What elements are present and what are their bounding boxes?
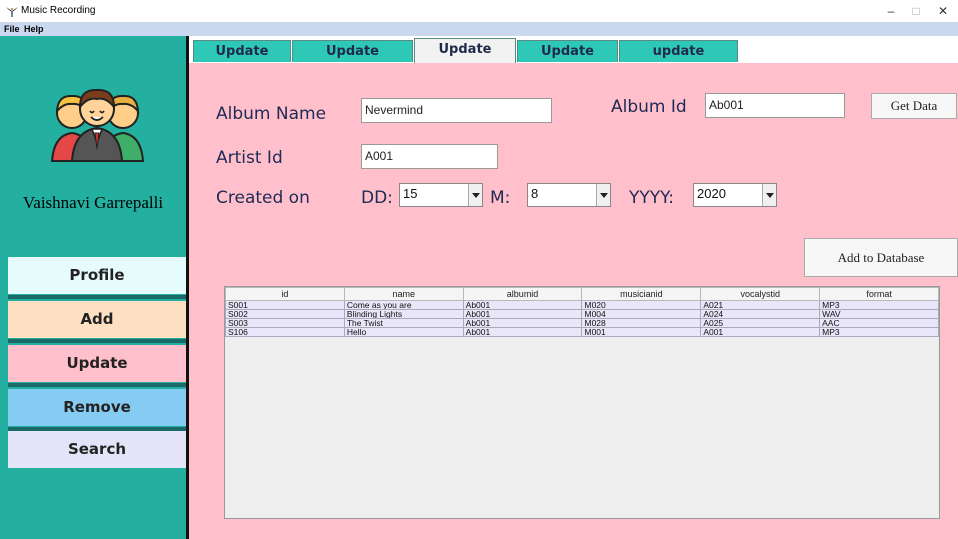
table-cell[interactable]: Ab001 xyxy=(462,300,583,310)
user-name: Vaishnavi Garrepalli xyxy=(22,193,164,212)
table-cell[interactable]: S106 xyxy=(225,327,345,337)
sidebar-item-search[interactable]: Search xyxy=(8,431,186,468)
table-cell[interactable]: Hello xyxy=(343,327,464,337)
window-title: Music Recording xyxy=(21,5,96,16)
day-value: 15 xyxy=(403,186,418,201)
table-cell[interactable]: S001 xyxy=(225,300,345,310)
table-cell[interactable]: WAV xyxy=(819,309,939,319)
maximize-button[interactable]: □ xyxy=(905,2,927,20)
album-id-input[interactable]: Ab001 xyxy=(705,93,845,118)
artist-id-label: Artist Id xyxy=(216,148,283,168)
month-value: 8 xyxy=(531,186,539,201)
table-cell[interactable]: A021 xyxy=(700,300,821,310)
table-row[interactable]: S003 The Twist Ab001 M028 A025 AAC xyxy=(225,318,939,328)
table-cell[interactable]: Ab001 xyxy=(462,327,583,337)
table-cell[interactable]: S003 xyxy=(225,318,345,328)
songs-table[interactable]: id name albumid musicianid vocalystid fo… xyxy=(224,286,940,519)
tab-update-musician[interactable]: Update Musicaian xyxy=(292,40,413,81)
artist-id-input[interactable]: A001 xyxy=(361,144,498,169)
column-header[interactable]: vocalystid xyxy=(700,287,821,301)
table-cell[interactable]: Come as you are xyxy=(343,300,464,310)
table-cell[interactable]: MP3 xyxy=(819,327,939,337)
column-header[interactable]: musicianid xyxy=(581,287,702,301)
table-cell[interactable]: A024 xyxy=(700,309,821,319)
month-label: M: xyxy=(490,188,511,208)
table-cell[interactable]: MP3 xyxy=(819,300,939,310)
add-to-database-button[interactable]: Add to Database xyxy=(804,238,958,277)
chevron-down-icon xyxy=(762,184,776,206)
album-name-label: Album Name xyxy=(216,104,327,124)
tab-update-employee[interactable]: update Employee xyxy=(619,40,738,81)
table-row[interactable]: S002 Blinding Lights Ab001 M004 A024 WAV xyxy=(225,309,939,319)
album-id-label: Album Id xyxy=(611,97,687,117)
year-select[interactable]: 2020 xyxy=(693,183,777,207)
column-header[interactable]: id xyxy=(225,287,345,301)
menu-help[interactable]: Help xyxy=(24,24,44,34)
column-header[interactable]: albumid xyxy=(462,287,583,301)
menu-file[interactable]: File xyxy=(4,24,20,34)
table-cell[interactable]: AAC xyxy=(819,318,939,328)
table-cell[interactable]: M020 xyxy=(581,300,702,310)
table-row[interactable]: S106 Hello Ab001 M001 A001 MP3 xyxy=(225,327,939,337)
table-header-row: id name albumid musicianid vocalystid fo… xyxy=(225,287,939,301)
table-cell[interactable]: A001 xyxy=(700,327,821,337)
sidebar-item-update[interactable]: Update xyxy=(8,345,186,382)
menu-bar: File Help xyxy=(0,22,958,36)
table-cell[interactable]: The Twist xyxy=(343,318,464,328)
table-cell[interactable]: Ab001 xyxy=(462,318,583,328)
tab-update-artist[interactable]: Update Artist xyxy=(193,40,291,81)
table-cell[interactable]: M028 xyxy=(581,318,702,328)
day-select[interactable]: 15 xyxy=(399,183,483,207)
app-logo-icon xyxy=(6,7,18,17)
chevron-down-icon xyxy=(468,184,482,206)
get-data-button[interactable]: Get Data xyxy=(871,93,957,119)
chevron-down-icon xyxy=(596,184,610,206)
table-cell[interactable]: M001 xyxy=(581,327,702,337)
table-cell[interactable]: Ab001 xyxy=(462,309,583,319)
minimize-button[interactable]: – xyxy=(880,2,902,20)
close-button[interactable]: ✕ xyxy=(932,2,954,20)
title-bar: Music Recording – □ ✕ xyxy=(0,0,958,22)
table-cell[interactable]: S002 xyxy=(225,309,345,319)
sidebar-item-add[interactable]: Add xyxy=(8,301,186,338)
sidebar-item-remove[interactable]: Remove xyxy=(8,389,186,426)
sidebar-item-profile[interactable]: Profile xyxy=(8,257,186,294)
table-cell[interactable]: Blinding Lights xyxy=(343,309,464,319)
created-on-label: Created on xyxy=(216,188,310,208)
table-row[interactable]: S001 Come as you are Ab001 M020 A021 MP3 xyxy=(225,300,939,310)
dd-label: DD: xyxy=(361,188,393,208)
year-label: YYYY: xyxy=(629,188,675,208)
users-group-icon xyxy=(50,88,145,162)
column-header[interactable]: name xyxy=(343,287,464,301)
album-name-input[interactable]: Nevermind xyxy=(361,98,552,123)
column-header[interactable]: format xyxy=(819,287,939,301)
year-value: 2020 xyxy=(697,186,726,201)
table-cell[interactable]: M004 xyxy=(581,309,702,319)
tab-update-album[interactable]: Update Album xyxy=(414,38,516,79)
table-cell[interactable]: A025 xyxy=(700,318,821,328)
tab-update-songs[interactable]: Update Songs xyxy=(517,40,618,81)
month-select[interactable]: 8 xyxy=(527,183,611,207)
